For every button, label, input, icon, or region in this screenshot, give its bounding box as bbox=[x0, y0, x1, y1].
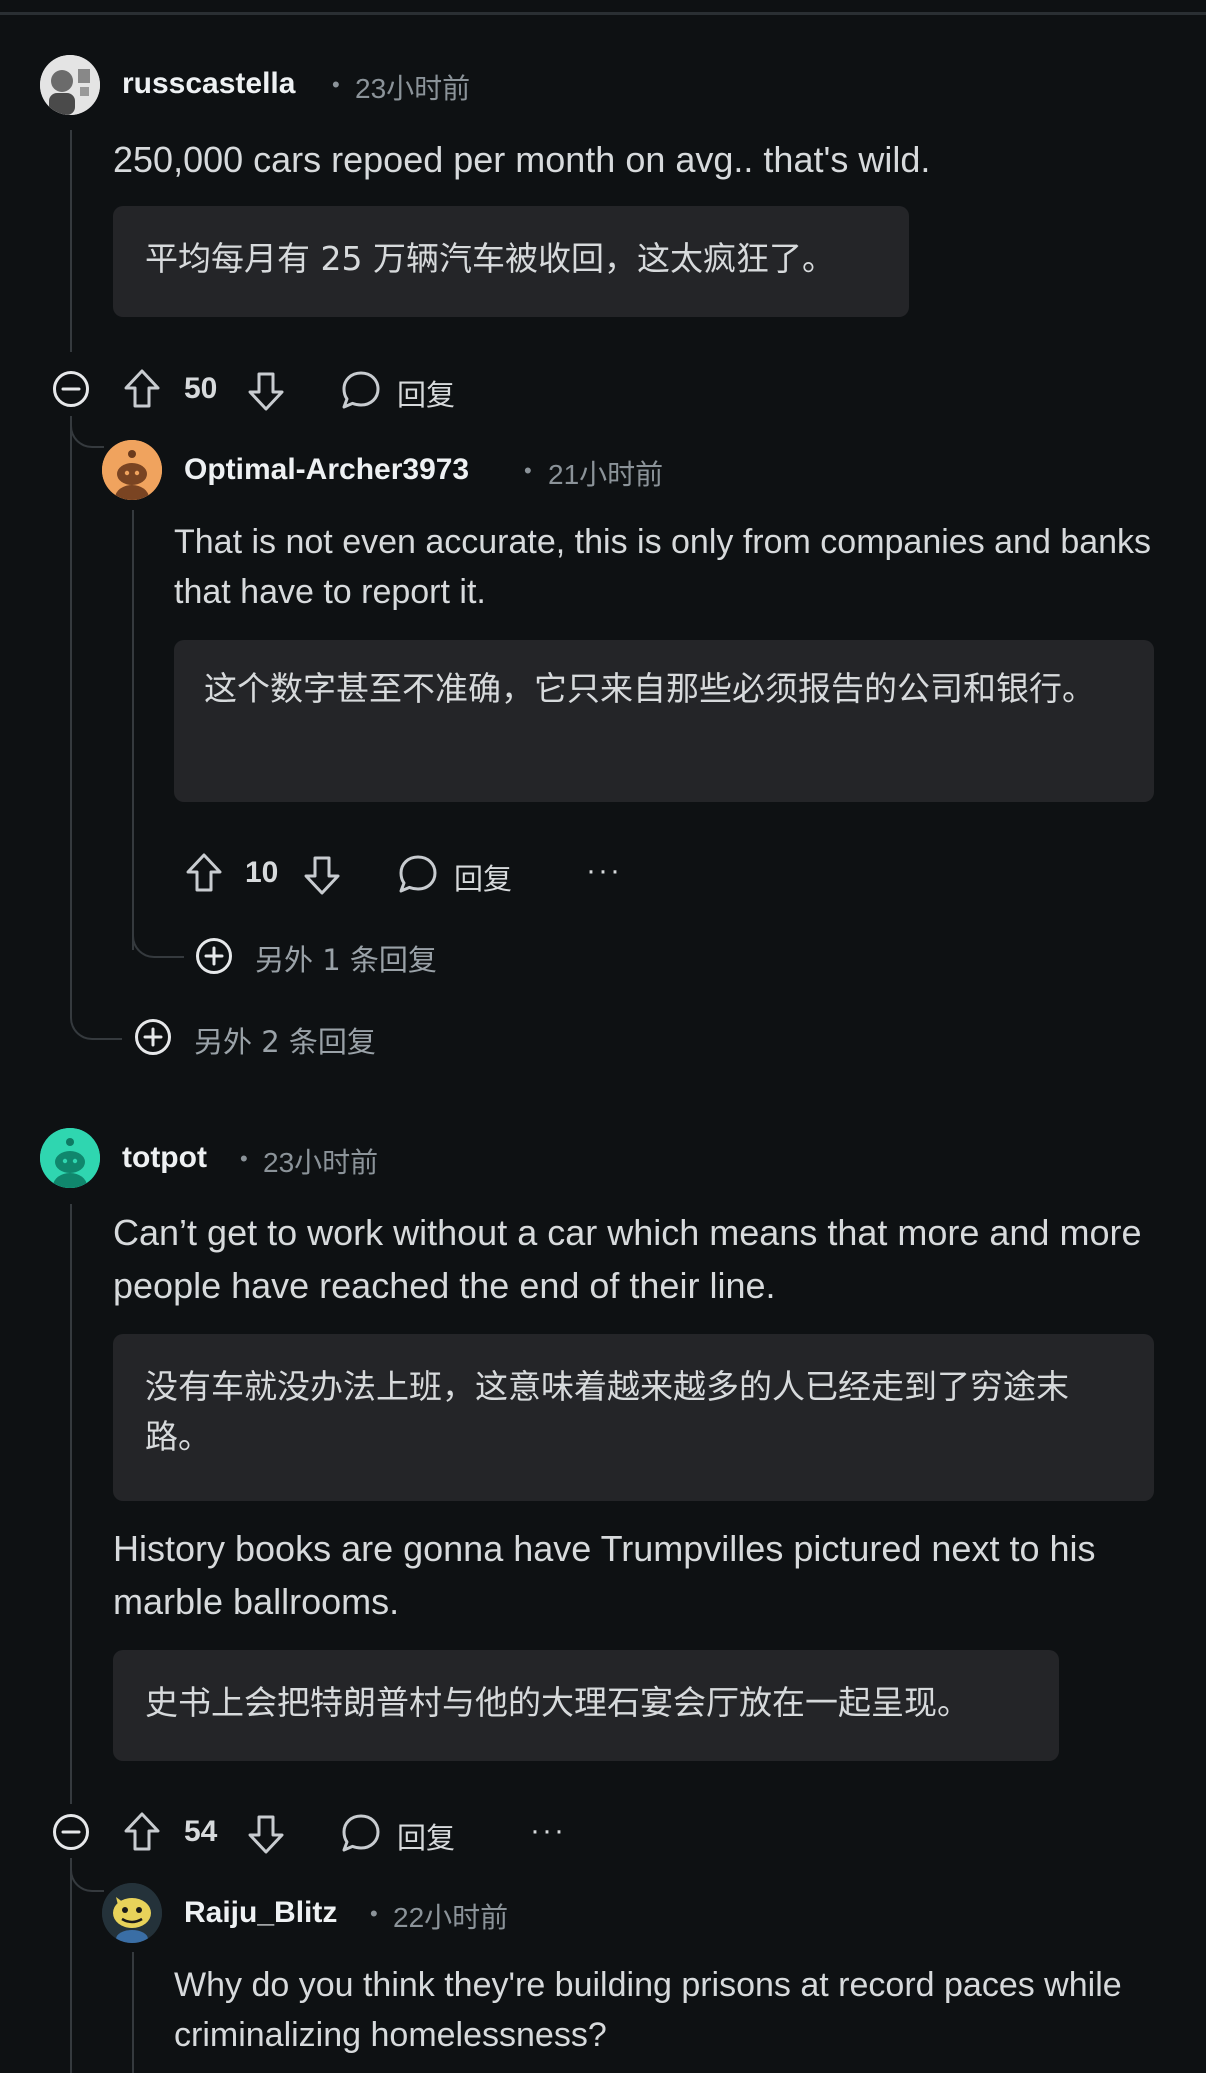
snoo-avatar-icon bbox=[40, 1128, 100, 1188]
reply-bubble-icon[interactable] bbox=[340, 369, 382, 411]
comment-username[interactable]: Optimal-Archer3973 bbox=[184, 453, 469, 487]
comment-timestamp: 21小时前 bbox=[548, 459, 664, 490]
downvote-icon[interactable] bbox=[302, 854, 342, 896]
reply-bubble-icon[interactable] bbox=[340, 1812, 382, 1854]
downvote-icon[interactable] bbox=[246, 1813, 286, 1855]
separator-dot: • bbox=[370, 1901, 378, 1926]
comment-text: 250,000 cars repoed per month on avg.. t… bbox=[113, 139, 931, 180]
reply-button[interactable]: 回复 bbox=[397, 1815, 455, 1857]
separator-dot: • bbox=[524, 458, 532, 483]
avatar[interactable] bbox=[40, 55, 100, 115]
thread-elbow bbox=[70, 1862, 104, 1892]
comment-timestamp: 23小时前 bbox=[355, 73, 471, 104]
comment-timestamp: 22小时前 bbox=[393, 1902, 509, 1933]
comment-username[interactable]: russcastella bbox=[122, 67, 295, 101]
upvote-icon[interactable] bbox=[184, 852, 224, 894]
comment-username[interactable]: totpot bbox=[122, 1141, 207, 1175]
top-divider bbox=[0, 12, 1206, 15]
snoo-avatar-icon bbox=[102, 440, 162, 500]
expand-replies-icon[interactable] bbox=[134, 1018, 172, 1056]
more-replies-link[interactable]: 另外 1 条回复 bbox=[255, 937, 437, 979]
thread-line[interactable] bbox=[132, 1952, 134, 2073]
upvote-icon[interactable] bbox=[122, 1811, 162, 1853]
avatar[interactable] bbox=[102, 1883, 162, 1943]
vote-count: 54 bbox=[184, 1815, 218, 1848]
translation-box: 这个数字甚至不准确，它只来自那些必须报告的公司和银行。 bbox=[174, 640, 1154, 802]
collapse-thread-icon[interactable] bbox=[52, 1813, 90, 1851]
thread-line[interactable] bbox=[132, 510, 134, 950]
comment-timestamp: 23小时前 bbox=[263, 1147, 379, 1178]
thread-line[interactable] bbox=[70, 1858, 72, 2073]
thread-elbow bbox=[132, 910, 184, 958]
collapse-thread-icon[interactable] bbox=[52, 370, 90, 408]
thread-line[interactable] bbox=[70, 130, 72, 352]
user-photo-icon bbox=[40, 55, 100, 115]
snoo-avatar-icon bbox=[102, 1883, 162, 1943]
upvote-icon[interactable] bbox=[122, 368, 162, 410]
translation-box: 平均每月有 25 万辆汽车被收回，这太疯狂了。 bbox=[113, 206, 909, 317]
thread-elbow bbox=[70, 418, 104, 448]
comment-text: Why do you think they're building prison… bbox=[174, 1966, 1122, 2054]
thread-elbow bbox=[70, 990, 122, 1040]
more-options-button[interactable]: ··· bbox=[530, 1814, 566, 1848]
more-options-button[interactable]: ··· bbox=[586, 854, 622, 888]
avatar[interactable] bbox=[102, 440, 162, 500]
separator-dot: • bbox=[240, 1146, 248, 1171]
thread-line[interactable] bbox=[70, 416, 72, 996]
more-replies-link[interactable]: 另外 2 条回复 bbox=[194, 1019, 376, 1061]
expand-replies-icon[interactable] bbox=[195, 937, 233, 975]
comment-text: History books are gonna have Trumpvilles… bbox=[113, 1528, 1096, 1622]
reply-button[interactable]: 回复 bbox=[397, 372, 455, 414]
reply-bubble-icon[interactable] bbox=[397, 853, 439, 895]
vote-count: 50 bbox=[184, 372, 218, 405]
avatar[interactable] bbox=[40, 1128, 100, 1188]
thread-line[interactable] bbox=[70, 1204, 72, 1804]
separator-dot: • bbox=[332, 72, 340, 97]
vote-count: 10 bbox=[245, 856, 279, 889]
comment-text: Can’t get to work without a car which me… bbox=[113, 1212, 1142, 1306]
downvote-icon[interactable] bbox=[246, 370, 286, 412]
comment-text: That is not even accurate, this is only … bbox=[174, 523, 1152, 611]
reply-button[interactable]: 回复 bbox=[454, 856, 512, 898]
translation-box: 没有车就没办法上班，这意味着越来越多的人已经走到了穷途末路。 bbox=[113, 1334, 1154, 1501]
translation-box: 史书上会把特朗普村与他的大理石宴会厅放在一起呈现。 bbox=[113, 1650, 1059, 1761]
comment-username[interactable]: Raiju_Blitz bbox=[184, 1896, 337, 1930]
